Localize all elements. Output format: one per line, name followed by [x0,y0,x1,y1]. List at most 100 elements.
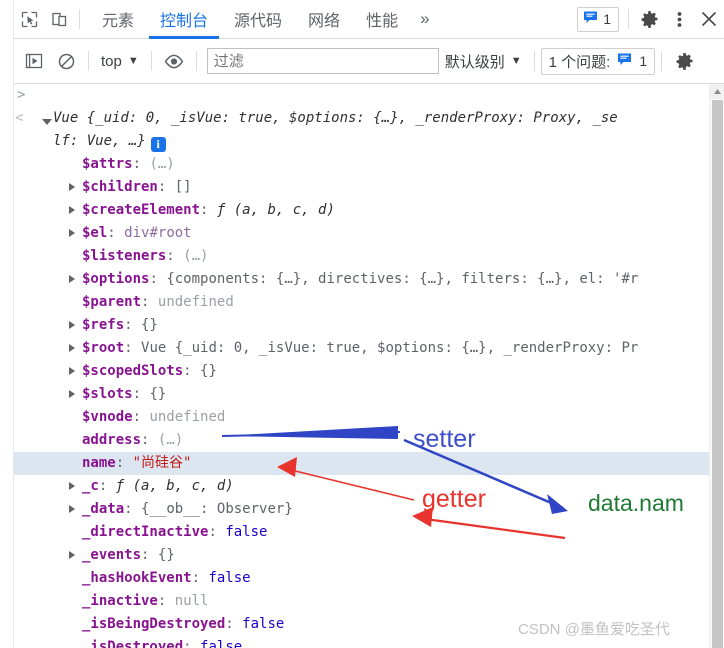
console-property-row[interactable]: _hasHookEvent: false [14,567,709,590]
devtools-window: 元素 控制台 源代码 网络 性能 » 1 top ▼ 过滤 默认级别 ▼ 1 个… [0,0,724,648]
property-key: _data [82,501,125,517]
chevron-down-icon: ▼ [127,55,139,67]
property-value: false [242,616,285,632]
watermark: CSDN @墨鱼爱吃圣代 [518,621,670,638]
tab-performance[interactable]: 性能 [353,0,411,39]
expand-caret-icon[interactable] [69,505,75,513]
console-settings-gear-icon[interactable] [668,45,700,77]
annotation-setter-label: setter [413,425,476,453]
console-property-row[interactable]: name: "尚硅谷" [14,452,709,475]
chevron-down-icon: ▼ [510,55,522,67]
console-rows: >vm < Vue {_uid: 0, _isVue: true, $optio… [14,84,709,648]
property-separator: : [124,317,133,333]
property-separator: : [107,225,116,241]
kebab-menu-icon[interactable] [664,0,694,39]
log-level-select[interactable]: 默认级别 ▼ [439,51,528,72]
tab-network[interactable]: 网络 [295,0,353,39]
tab-sources[interactable]: 源代码 [221,0,295,39]
issues-button[interactable]: 1 个问题: 1 [540,47,656,75]
console-property-row[interactable]: $parent: undefined [14,291,709,314]
property-value: null [174,593,209,609]
property-key: $el [82,225,108,241]
result-header-line2: lf: Vue, …} [53,133,146,149]
expand-caret-icon[interactable] [69,482,75,490]
inspect-cursor-icon[interactable] [14,0,44,39]
property-value: undefined [157,294,234,310]
console-property-row[interactable]: _events: {} [14,544,709,567]
expand-caret-icon[interactable] [69,229,75,237]
property-key: $root [82,340,125,356]
console-property-row[interactable]: $el: div#root [14,222,709,245]
property-value: (…) [157,432,184,448]
property-separator: : [132,409,142,425]
property-key: name [82,455,116,471]
info-badge-icon[interactable]: i [150,137,166,152]
log-level-value: 默认级别 [444,53,505,71]
console-property-row[interactable]: $root: Vue {_uid: 0, _isVue: true, $opti… [14,337,709,360]
console-property-row[interactable]: $createElement: ƒ (a, b, c, d) [14,199,709,222]
expand-caret-icon[interactable] [69,206,75,214]
console-property-row[interactable]: $vnode: undefined [14,406,709,429]
live-expression-eye-icon[interactable] [158,45,190,77]
property-value: {} [200,363,217,379]
gear-icon[interactable] [634,0,664,39]
more-tabs-button[interactable]: » [411,0,438,39]
property-key: _directInactive [82,524,209,540]
expand-triangle-icon[interactable] [42,119,52,125]
message-count-badge[interactable]: 1 [577,6,619,32]
console-property-row[interactable]: $scopedSlots: {} [14,360,709,383]
tab-elements[interactable]: 元素 [89,0,147,39]
result-marker: < [15,110,24,126]
property-key: _hasHookEvent [82,570,192,586]
expand-caret-icon[interactable] [69,183,75,191]
property-separator: : [115,455,125,471]
property-separator: : [124,501,133,517]
console-property-row[interactable]: $attrs: (…) [14,153,709,176]
property-value: {} [141,317,158,333]
device-toolbar-icon[interactable] [44,0,74,39]
property-key: $vnode [82,409,133,425]
console-output: >vm < Vue {_uid: 0, _isVue: true, $optio… [14,84,724,648]
property-value: [] [174,179,192,195]
console-property-row[interactable]: _directInactive: false [14,521,709,544]
filter-input[interactable] [206,48,439,74]
console-property-row[interactable]: address: (…) [14,429,709,452]
property-value: div#root [124,225,192,241]
execute-step-icon[interactable] [18,45,50,77]
property-key: $options [82,271,150,287]
property-key: $scopedSlots [82,363,184,379]
property-key: _events [82,547,142,563]
console-result-header[interactable]: < Vue {_uid: 0, _isVue: true, $options: … [14,107,709,153]
property-key: address [82,432,142,448]
property-separator: : [149,271,158,287]
console-property-row[interactable]: $options: {components: {…}, directives: … [14,268,709,291]
execution-context-select[interactable]: top ▼ [95,53,145,70]
issues-count: 1 [639,53,648,69]
property-value: ƒ (a, b, c, d) [115,478,234,494]
console-property-row[interactable]: $slots: {} [14,383,709,406]
console-property-row[interactable]: $children: [] [14,176,709,199]
property-separator: : [200,202,209,218]
scroll-up-arrow-icon[interactable] [710,84,724,99]
scrollbar-thumb[interactable] [712,100,723,648]
expand-caret-icon[interactable] [69,275,75,283]
message-badge-icon [617,52,632,71]
expand-caret-icon[interactable] [69,390,75,398]
property-key: _isDestroyed [82,639,184,648]
clear-console-icon[interactable] [50,45,82,77]
property-value: false [225,524,268,540]
property-separator: : [208,524,217,540]
console-scrollbar[interactable] [709,84,724,648]
toolbar-divider-2 [150,51,152,71]
close-icon[interactable] [694,0,724,39]
tab-console[interactable]: 控制台 [147,0,221,39]
property-value: false [208,570,251,586]
expand-caret-icon[interactable] [69,551,75,559]
console-property-row[interactable]: $listeners: (…) [14,245,709,268]
issues-label: 1 个问题: [548,53,611,71]
expand-caret-icon[interactable] [69,344,75,352]
expand-caret-icon[interactable] [69,367,75,375]
console-property-row[interactable]: $refs: {} [14,314,709,337]
expand-caret-icon[interactable] [69,321,75,329]
console-property-row[interactable]: _inactive: null [14,590,709,613]
